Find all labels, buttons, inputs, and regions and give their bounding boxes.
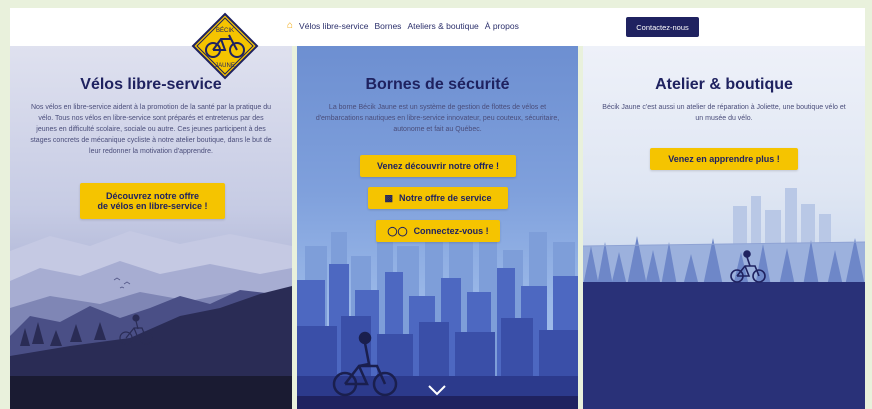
panel-bornes-de-securite: Bornes de sécurité La borne Bécik Jaune … bbox=[297, 46, 578, 409]
nav-item-velos[interactable]: Vélos libre-service bbox=[299, 21, 368, 31]
learn-more-button[interactable]: Venez en apprendre plus ! bbox=[650, 148, 798, 170]
button-label: Notre offre de service bbox=[398, 193, 492, 203]
nav-item-ateliers[interactable]: Ateliers & boutique bbox=[407, 21, 478, 31]
button-label-line-1: Découvrez notre offre bbox=[105, 191, 200, 201]
button-label-line-2: de vélos en libre-service ! bbox=[97, 201, 208, 211]
discover-bike-offer-button[interactable]: Découvrez notre offre de vélos en libre-… bbox=[80, 183, 225, 219]
main-nav: ⌂ Vélos libre-service Bornes Ateliers & … bbox=[287, 20, 519, 31]
mountain-landscape-illustration bbox=[10, 231, 292, 409]
button-label: Venez en apprendre plus ! bbox=[668, 154, 780, 164]
button-label: Venez découvrir notre offre ! bbox=[376, 161, 500, 171]
panel-title: Atelier & boutique bbox=[655, 76, 793, 93]
panel-description: Bécik Jaune c'est aussi un atelier de ré… bbox=[602, 104, 846, 122]
panel-title: Bornes de sécurité bbox=[365, 76, 510, 93]
nav-item-bornes[interactable]: Bornes bbox=[375, 21, 402, 31]
panel-atelier-boutique: Atelier & boutique Bécik Jaune c'est aus… bbox=[583, 46, 865, 409]
bicycle-icon: ◯◯ bbox=[387, 225, 408, 236]
logo-bottom-text: JAUNE bbox=[215, 63, 235, 69]
button-label: Connectez-vous ! bbox=[413, 226, 489, 236]
connect-button[interactable]: ◯◯ Connectez-vous ! bbox=[376, 220, 500, 242]
contact-button[interactable]: Contactez-nous bbox=[626, 17, 699, 37]
panel-description: Nos vélos en libre-service aident à la p… bbox=[30, 104, 272, 155]
panel-velos-libre-service: Vélos libre-service Nos vélos en libre-s… bbox=[10, 46, 292, 409]
document-icon: ▩ bbox=[384, 192, 393, 203]
discover-offer-button[interactable]: Venez découvrir notre offre ! bbox=[360, 155, 516, 177]
panel-description: La borne Bécik Jaune est un système de g… bbox=[315, 104, 560, 133]
nav-item-a-propos[interactable]: À propos bbox=[485, 21, 519, 31]
logo-top-text: BÉCIK bbox=[216, 27, 234, 34]
chevron-down-icon[interactable] bbox=[427, 384, 447, 396]
home-icon[interactable]: ⌂ bbox=[287, 20, 293, 31]
service-offer-button[interactable]: ▩ Notre offre de service bbox=[368, 187, 508, 209]
forest-city-illustration bbox=[583, 188, 865, 409]
becik-jaune-logo[interactable]: BÉCIK JAUNE bbox=[191, 12, 259, 80]
